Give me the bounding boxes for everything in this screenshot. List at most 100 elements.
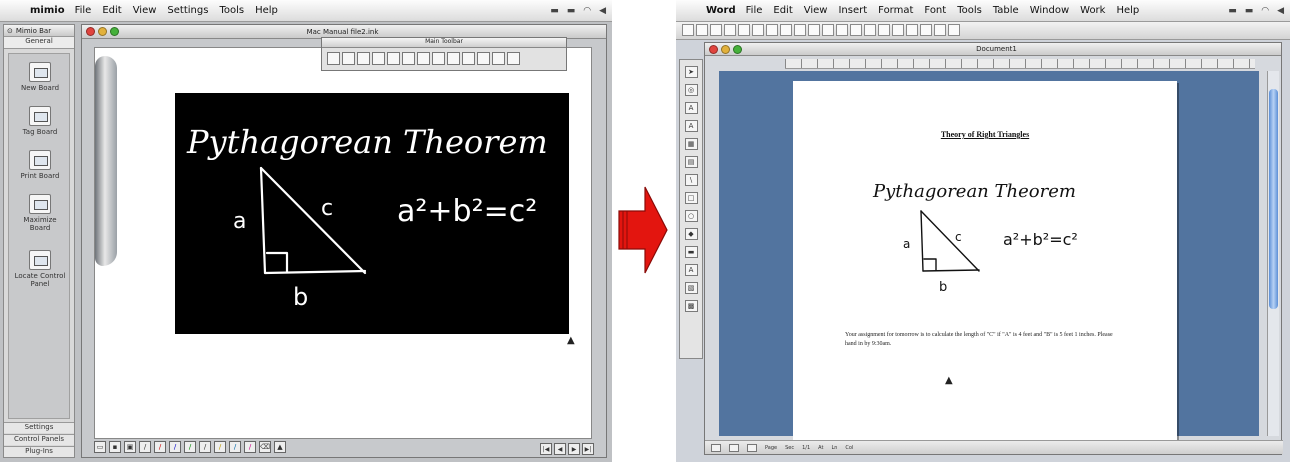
line-color-icon[interactable]: ▬	[684, 246, 698, 258]
print-preview-icon[interactable]	[752, 24, 764, 36]
minimize-window-icon[interactable]	[721, 44, 730, 54]
help-icon[interactable]	[948, 24, 960, 36]
scroll-thumb[interactable]	[1269, 89, 1278, 309]
font-color-icon[interactable]: A	[684, 264, 698, 276]
paste-icon[interactable]	[808, 24, 820, 36]
pen-red-icon[interactable]: /	[154, 441, 166, 453]
highlighter-blue-icon[interactable]: /	[229, 441, 241, 453]
main-toolbar-palette[interactable]: Main Toolbar	[321, 37, 567, 71]
display-icon[interactable]: ▬	[1228, 6, 1237, 16]
normal-view-icon[interactable]	[711, 443, 721, 452]
app-menu[interactable]: mimio	[30, 5, 65, 16]
menu-settings[interactable]: Settings	[167, 5, 208, 16]
highlighter-pink-icon[interactable]: /	[244, 441, 256, 453]
horizontal-ruler[interactable]	[785, 59, 1255, 69]
fill-color-icon[interactable]: ◆	[684, 228, 698, 240]
first-page-icon[interactable]: |◀	[540, 443, 552, 455]
save-file-icon[interactable]	[357, 52, 370, 65]
locate-control-panel-button[interactable]: Locate Control Panel	[14, 250, 66, 288]
format-painter-icon[interactable]	[822, 24, 834, 36]
close-window-icon[interactable]	[86, 27, 95, 36]
new-board-button[interactable]: New Board	[14, 62, 66, 92]
open-icon[interactable]	[342, 52, 355, 65]
cut-icon[interactable]	[780, 24, 792, 36]
handwriting-board[interactable]: Pythagorean Theorem a c b a²+b²=c²	[175, 93, 569, 334]
maximize-board-button[interactable]: Maximize Board	[14, 194, 66, 232]
menu-font[interactable]: Font	[924, 5, 946, 16]
select-icon[interactable]: ▣	[124, 441, 136, 453]
menu-view[interactable]: View	[133, 5, 157, 16]
paste-icon[interactable]	[432, 52, 445, 65]
tag-board-button[interactable]: Tag Board	[14, 106, 66, 136]
monitor-icon[interactable]: ▬	[1245, 6, 1254, 16]
display-icon[interactable]: ▬	[550, 6, 559, 16]
menu-file[interactable]: File	[75, 5, 92, 16]
mimio-icon[interactable]	[507, 52, 520, 65]
wifi-icon[interactable]: ◠	[1261, 6, 1269, 16]
screen-capture-icon[interactable]	[492, 52, 505, 65]
line-icon[interactable]: \	[684, 174, 698, 186]
zoom-window-icon[interactable]	[110, 27, 119, 36]
delete-icon[interactable]	[447, 52, 460, 65]
document-page[interactable]: Theory of Right Triangles Pythagorean Th…	[793, 81, 1177, 441]
drawing-icon[interactable]	[906, 24, 918, 36]
control-panels-button[interactable]: Control Panels	[4, 434, 74, 445]
pointer-alt-icon[interactable]	[477, 52, 490, 65]
menu-edit[interactable]: Edit	[773, 5, 792, 16]
shadow-icon[interactable]: ▧	[684, 282, 698, 294]
tab-general[interactable]: General	[4, 37, 74, 49]
menu-tools[interactable]: Tools	[219, 5, 244, 16]
menu-tools[interactable]: Tools	[957, 5, 982, 16]
print-icon[interactable]	[738, 24, 750, 36]
pen-green-icon[interactable]: /	[184, 441, 196, 453]
menu-help[interactable]: Help	[255, 5, 278, 16]
hyperlink-icon[interactable]	[864, 24, 876, 36]
settings-button[interactable]: Settings	[4, 422, 74, 433]
word-app-menu[interactable]: Word	[706, 5, 736, 16]
tables-icon[interactable]	[878, 24, 890, 36]
rectangle-icon[interactable]: □	[684, 192, 698, 204]
page-layout-view-icon[interactable]	[729, 443, 739, 452]
menu-window[interactable]: Window	[1030, 5, 1069, 16]
word-window-titlebar[interactable]: Document1	[705, 43, 1281, 56]
3d-icon[interactable]: ▩	[684, 300, 698, 312]
pen-thick-icon[interactable]: /	[199, 441, 211, 453]
show-hide-icon[interactable]	[920, 24, 932, 36]
pen-blue-icon[interactable]: /	[169, 441, 181, 453]
volume-icon[interactable]: ◀	[599, 6, 606, 16]
redo-icon[interactable]	[850, 24, 862, 36]
copy-icon[interactable]	[794, 24, 806, 36]
autoshapes-icon[interactable]: ◎	[684, 84, 698, 96]
menu-insert[interactable]: Insert	[838, 5, 867, 16]
picture-icon[interactable]: ▤	[684, 156, 698, 168]
inserted-handwriting-image[interactable]: Pythagorean Theorem a c b a²+b²=c²	[863, 167, 1113, 297]
vertical-scrollbar[interactable]	[1267, 71, 1279, 436]
wordart-icon[interactable]: A	[684, 120, 698, 132]
menu-help[interactable]: Help	[1116, 5, 1139, 16]
minimize-window-icon[interactable]	[98, 27, 107, 36]
menu-edit[interactable]: Edit	[102, 5, 121, 16]
open-icon[interactable]	[696, 24, 708, 36]
menu-table[interactable]: Table	[993, 5, 1019, 16]
text-tool-icon[interactable]: A	[684, 102, 698, 114]
print-board-button[interactable]: Print Board	[14, 150, 66, 180]
clear-icon[interactable]: ▲	[274, 441, 286, 453]
undo-icon[interactable]	[836, 24, 848, 36]
monitor-icon[interactable]: ▬	[567, 6, 576, 16]
menu-work[interactable]: Work	[1080, 5, 1105, 16]
new-icon[interactable]	[327, 52, 340, 65]
undo-icon[interactable]	[402, 52, 415, 65]
close-window-icon[interactable]	[709, 44, 718, 54]
clipart-icon[interactable]: ▦	[684, 138, 698, 150]
new-document-icon[interactable]	[682, 24, 694, 36]
pen-black-icon[interactable]: /	[139, 441, 151, 453]
board-canvas[interactable]: Pythagorean Theorem a c b a²+b²=c² ▲	[94, 47, 592, 439]
save-icon[interactable]: ▪	[109, 441, 121, 453]
menu-format[interactable]: Format	[878, 5, 913, 16]
last-page-icon[interactable]: ▶|	[582, 443, 594, 455]
outline-view-icon[interactable]	[747, 443, 757, 452]
prev-page-icon[interactable]: ◀	[554, 443, 566, 455]
plug-ins-button[interactable]: Plug-Ins	[4, 446, 74, 457]
assignment-paragraph[interactable]: Your assignment for tomorrow is to calcu…	[845, 331, 1115, 349]
menu-view[interactable]: View	[804, 5, 828, 16]
